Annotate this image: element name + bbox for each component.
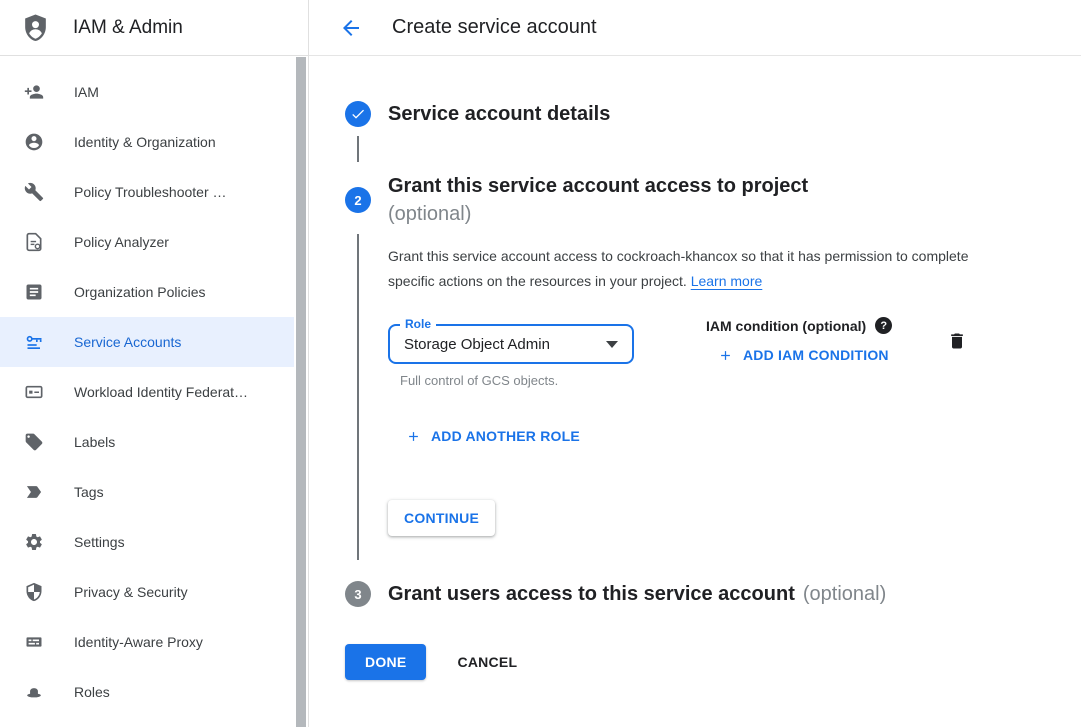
step2-number-badge: 2	[345, 187, 371, 213]
sidebar-scrollbar	[294, 0, 308, 727]
sidebar-item-label: Service Accounts	[74, 334, 181, 350]
check-icon	[350, 106, 366, 122]
main-panel: Create service account Service account d…	[308, 0, 1081, 727]
delete-role-button[interactable]	[947, 330, 967, 355]
sidebar-item-label: Policy Analyzer	[74, 234, 169, 250]
continue-button[interactable]: CONTINUE	[388, 500, 495, 536]
account-circle-icon	[24, 132, 44, 152]
hat-icon	[24, 682, 44, 702]
scrollbar-thumb[interactable]	[296, 57, 306, 727]
sidebar-item-privacy-security[interactable]: Privacy & Security	[0, 567, 294, 617]
sidebar-item-label: Privacy & Security	[74, 584, 188, 600]
document-search-icon	[24, 232, 44, 252]
wrench-icon	[24, 182, 44, 202]
page-title: Create service account	[392, 16, 597, 39]
document-lines-icon	[24, 282, 44, 302]
sidebar-item-service-accounts[interactable]: Service Accounts	[0, 317, 294, 367]
sidebar-item-label: Roles	[74, 684, 110, 700]
sidebar-item-label: Settings	[74, 534, 125, 550]
sidebar-item-labels[interactable]: Labels	[0, 417, 294, 467]
page-header: Create service account	[309, 0, 1081, 56]
sidebar-nav: IAM Identity & Organization Policy Troub…	[0, 56, 294, 717]
sidebar-item-identity-organization[interactable]: Identity & Organization	[0, 117, 294, 167]
add-another-role-button[interactable]: ADD ANOTHER ROLE	[406, 428, 1045, 444]
sidebar-item-identity-aware-proxy[interactable]: Identity-Aware Proxy	[0, 617, 294, 667]
step2-body: Grant this service account access to coc…	[345, 228, 1045, 560]
person-add-icon	[24, 82, 44, 102]
tag-arrow-icon	[24, 482, 44, 502]
shield-person-icon	[20, 11, 51, 45]
arrow-back-icon	[339, 16, 363, 40]
step3-number-badge: 3	[345, 581, 371, 607]
iam-condition-label: IAM condition (optional)	[706, 318, 866, 334]
role-selected-value: Storage Object Admin	[404, 336, 606, 353]
step3-title: Grant users access to this service accou…	[388, 583, 795, 605]
trash-icon	[947, 330, 967, 352]
sidebar-item-iam[interactable]: IAM	[0, 67, 294, 117]
sidebar-item-policy-analyzer[interactable]: Policy Analyzer	[0, 217, 294, 267]
sidebar-item-organization-policies[interactable]: Organization Policies	[0, 267, 294, 317]
step3-optional-label: (optional)	[803, 583, 886, 605]
back-button[interactable]	[339, 16, 363, 40]
cancel-button[interactable]: CANCEL	[457, 644, 517, 680]
footer-actions: DONE CANCEL	[345, 644, 1045, 680]
half-shield-icon	[24, 582, 44, 602]
sidebar-item-label: IAM	[74, 84, 99, 100]
sidebar-item-policy-troubleshooter[interactable]: Policy Troubleshooter …	[0, 167, 294, 217]
step2-header: 2 Grant this service account access to p…	[345, 172, 1045, 228]
add-iam-condition-button[interactable]: ADD IAM CONDITION	[718, 347, 892, 363]
step1-title: Service account details	[388, 100, 1045, 128]
id-card-icon	[24, 382, 44, 402]
sidebar-item-label: Identity-Aware Proxy	[74, 634, 203, 650]
sidebar-item-label: Tags	[74, 484, 104, 500]
sidebar-item-roles[interactable]: Roles	[0, 667, 294, 717]
iam-condition-block: IAM condition (optional) ? ADD IAM CONDI…	[706, 317, 892, 363]
role-row: Role Storage Object Admin Full control o…	[388, 324, 1045, 388]
sidebar-item-label: Labels	[74, 434, 115, 450]
sidebar-item-tags[interactable]: Tags	[0, 467, 294, 517]
sidebar-item-label: Identity & Organization	[74, 134, 216, 150]
service-account-key-icon	[24, 332, 44, 352]
help-icon[interactable]: ?	[875, 317, 892, 334]
sidebar-item-label: Policy Troubleshooter …	[74, 184, 227, 200]
dropdown-arrow-icon	[606, 341, 618, 348]
done-button[interactable]: DONE	[345, 644, 426, 680]
step2-title: Grant this service account access to pro…	[388, 172, 1045, 200]
proxy-grid-icon	[24, 632, 44, 652]
sidebar-item-settings[interactable]: Settings	[0, 517, 294, 567]
gcp-console-window: IAM & Admin IAM Identity & Organization …	[0, 0, 1081, 727]
sidebar: IAM & Admin IAM Identity & Organization …	[0, 0, 294, 727]
step2-description: Grant this service account access to coc…	[388, 244, 982, 294]
step-connector	[357, 136, 359, 162]
role-helper-text: Full control of GCS objects.	[400, 373, 634, 388]
product-title: IAM & Admin	[73, 17, 183, 39]
step-rule	[345, 228, 388, 560]
sidebar-item-label: Workload Identity Federat…	[74, 384, 248, 400]
plus-icon	[718, 348, 733, 363]
gear-icon	[24, 532, 44, 552]
sidebar-item-workload-identity-federation[interactable]: Workload Identity Federat…	[0, 367, 294, 417]
step1-header: Service account details	[345, 100, 1045, 128]
label-tag-icon	[24, 432, 44, 452]
step3-header: 3 Grant users access to this service acc…	[345, 580, 1045, 608]
sidebar-header: IAM & Admin	[0, 0, 294, 56]
step2-optional-label: (optional)	[388, 200, 1045, 228]
role-select[interactable]: Role Storage Object Admin	[388, 324, 634, 364]
role-field-label: Role	[400, 317, 436, 331]
sidebar-item-label: Organization Policies	[74, 284, 206, 300]
learn-more-link[interactable]: Learn more	[691, 273, 763, 289]
step1-complete-badge	[345, 101, 371, 127]
plus-icon	[406, 429, 421, 444]
wizard: Service account details 2 Grant this ser…	[309, 56, 1081, 680]
